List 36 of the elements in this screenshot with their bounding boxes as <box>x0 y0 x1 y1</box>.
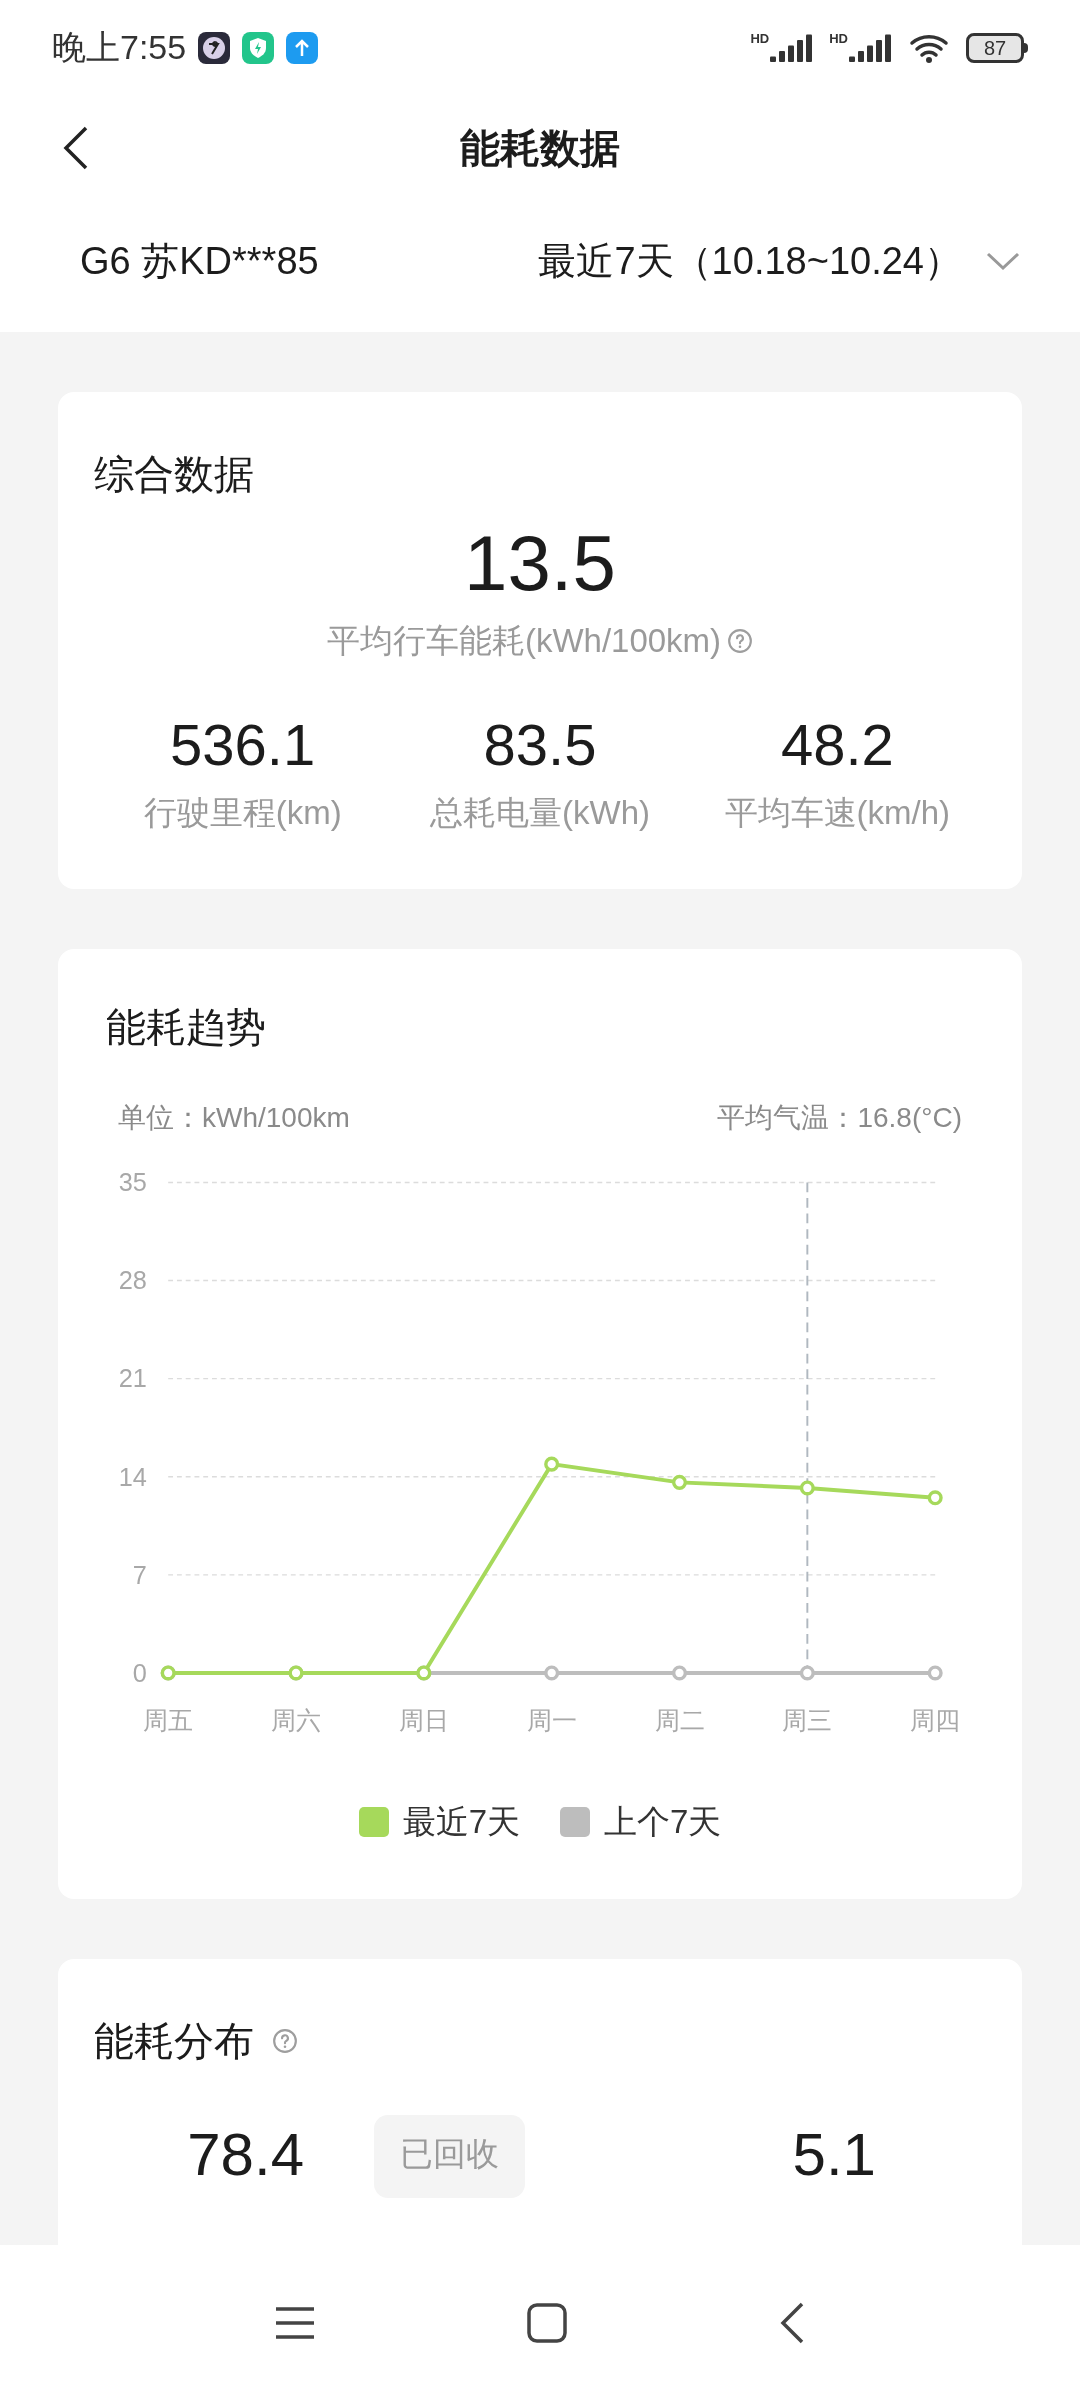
temperature-label: 平均气温：16.8(°C) <box>717 1101 962 1135</box>
y-tick-label: 28 <box>118 1266 147 1295</box>
card-title: 综合数据 <box>94 451 255 498</box>
network-type-label: HD <box>829 31 848 45</box>
status-time: 晚上7:55 <box>52 27 187 68</box>
card-title: 能耗分布 <box>94 2017 254 2065</box>
energy-value: 78.4 <box>186 2119 304 2185</box>
page-title: 能耗数据 <box>460 124 620 172</box>
y-tick-label: 0 <box>132 1658 147 1687</box>
main-value: 13.5 <box>464 524 616 602</box>
battery-indicator: 87 <box>966 32 1028 63</box>
main-label: 平均行车能耗(kWh/100km) <box>326 621 722 661</box>
x-tick-label: 周五 <box>143 1706 194 1735</box>
x-tick-label: 周一 <box>526 1706 577 1735</box>
y-tick-label: 14 <box>118 1462 147 1491</box>
y-tick-label: 35 <box>118 1168 147 1197</box>
recovered-tag: 已回收 <box>374 2114 525 2198</box>
energy-value: 5.1 <box>792 2119 876 2185</box>
stat-label: 平均车速(km/h) <box>724 792 951 833</box>
y-tick-label: 21 <box>118 1364 147 1393</box>
x-tick-label: 周六 <box>271 1706 321 1735</box>
x-tick-label: 周二 <box>654 1706 705 1735</box>
legend-label: 最近7天 <box>402 1802 520 1842</box>
stat-label: 总耗电量(kWh) <box>430 792 650 833</box>
stat-label: 行驶里程(km) <box>143 792 342 833</box>
x-tick-label: 周日 <box>398 1706 449 1735</box>
card-title: 能耗趋势 <box>106 1004 267 1051</box>
stat-value: 83.5 <box>483 715 597 774</box>
x-tick-label: 周三 <box>782 1706 833 1735</box>
legend-label: 上个7天 <box>604 1802 722 1842</box>
network-type-label: HD <box>750 31 770 45</box>
stat-value: 536.1 <box>170 715 316 774</box>
x-tick-label: 周四 <box>910 1706 961 1735</box>
stat-value: 48.2 <box>780 715 894 774</box>
y-tick-label: 7 <box>132 1560 147 1589</box>
unit-label: 单位：kWh/100km <box>118 1101 350 1135</box>
